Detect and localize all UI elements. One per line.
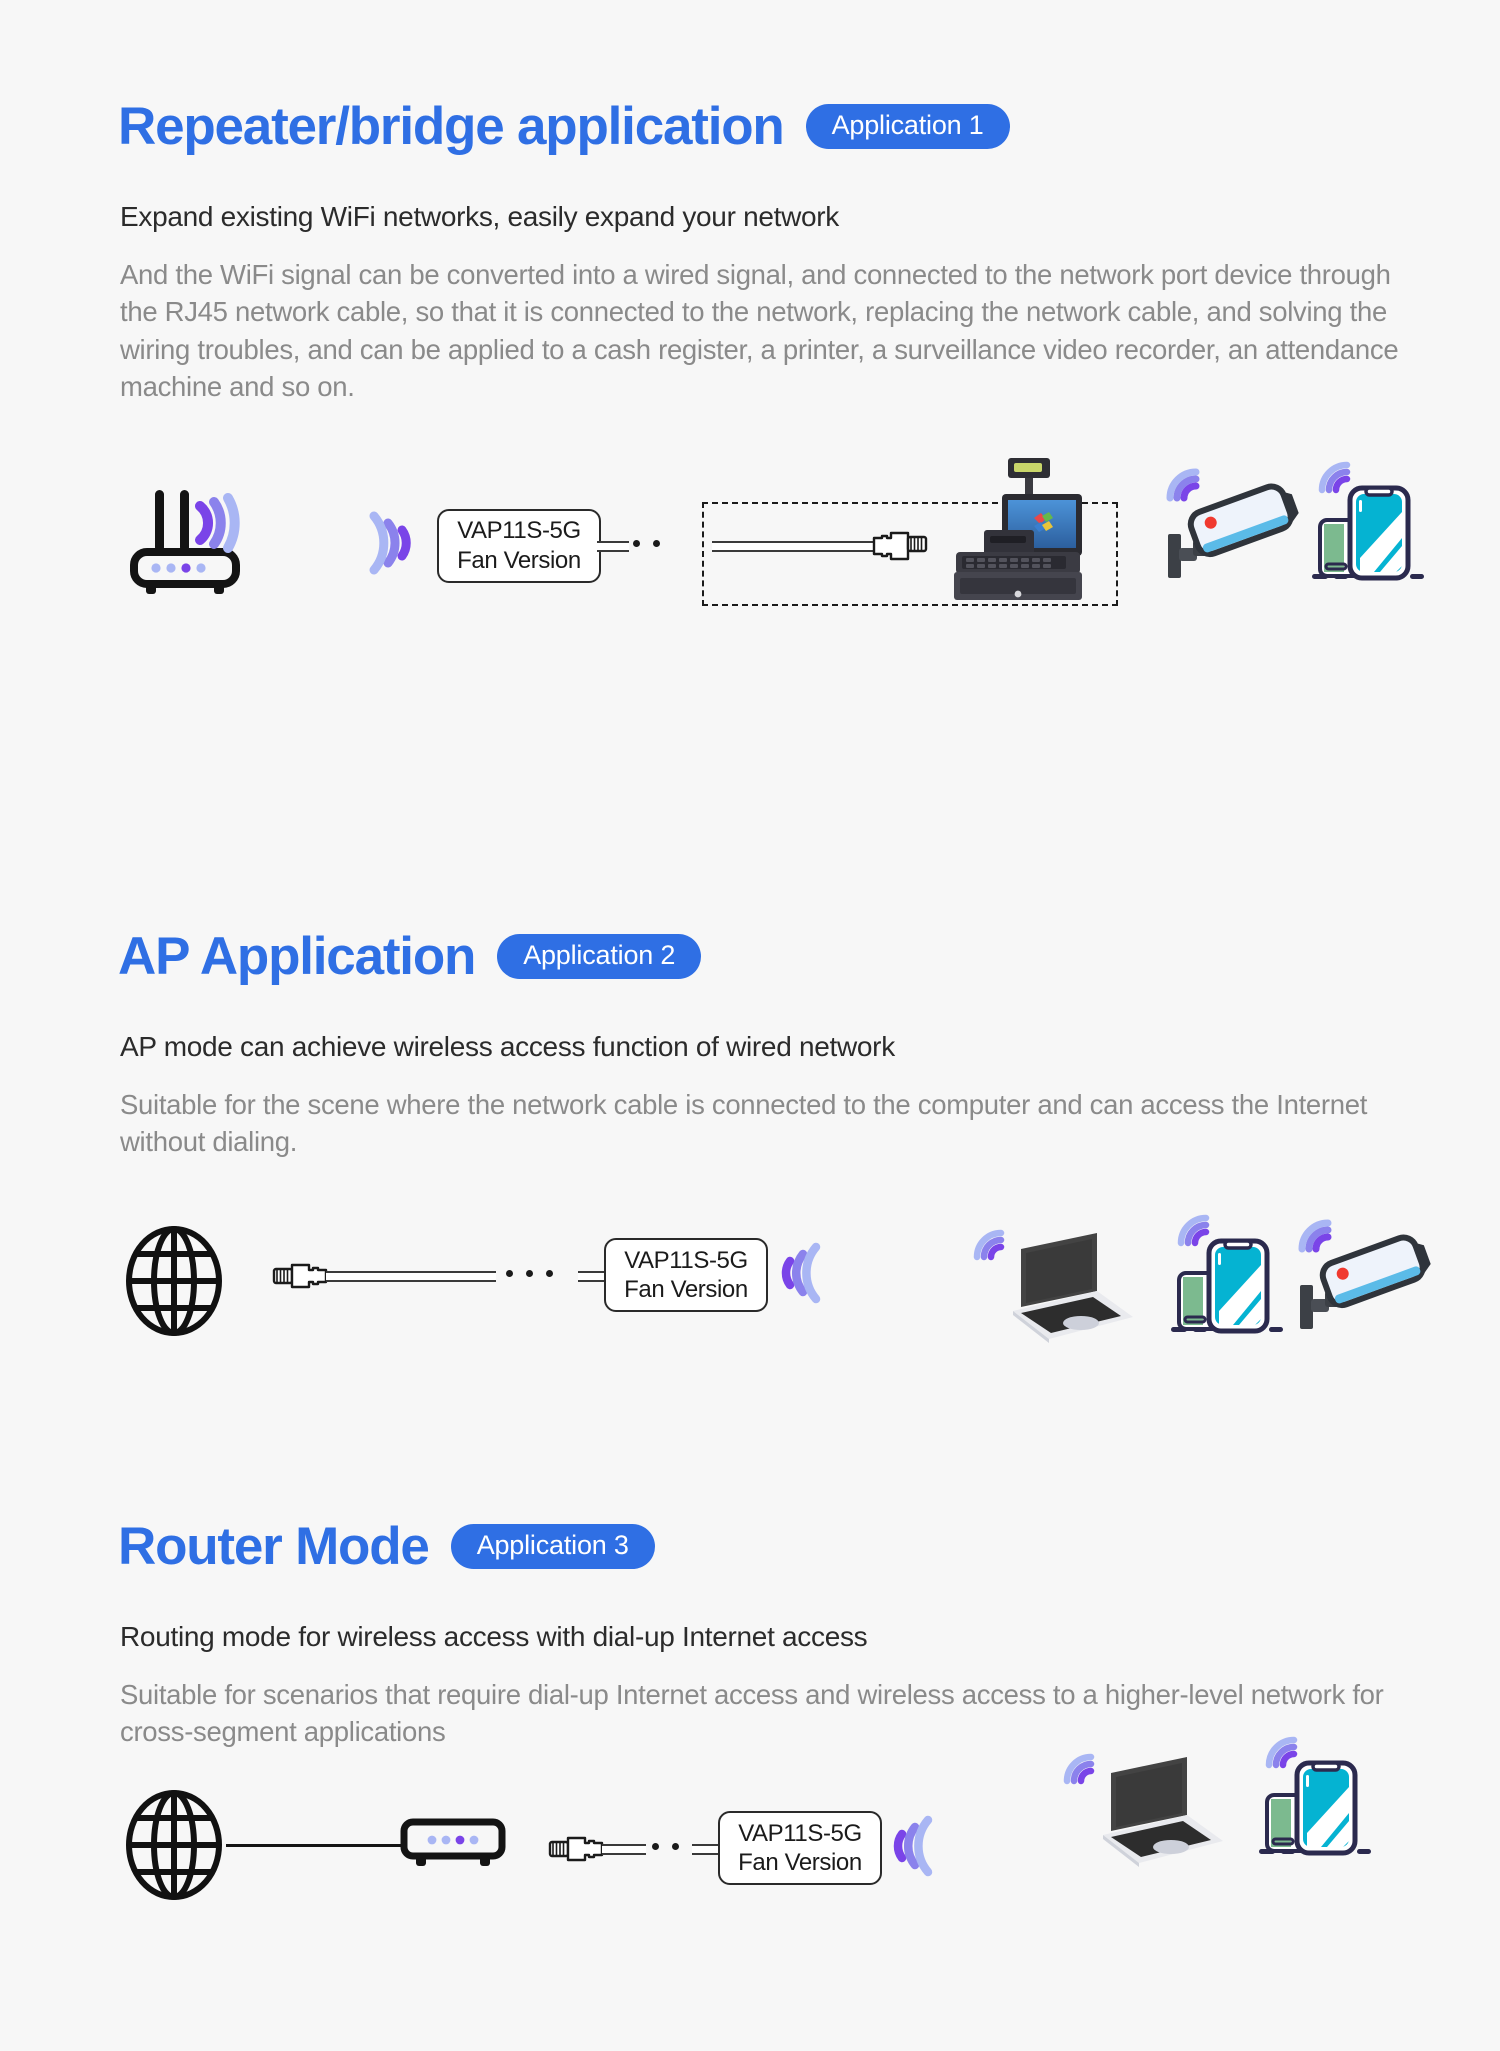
cable-stub: [597, 540, 629, 552]
vap-device-box: VAP11S-5G Fan Version: [604, 1237, 768, 1312]
cable-break-dots: [652, 1842, 679, 1850]
rj45-cable-line: [326, 1270, 496, 1282]
section-heading-repeater: Repeater/bridge application Application …: [0, 100, 1500, 153]
globe-icon: [122, 1789, 226, 1901]
application-scenarios-page: Repeater/bridge application Application …: [0, 0, 1500, 2051]
cable-dot: [633, 539, 640, 547]
lead-text-ap: AP mode can achieve wireless access func…: [120, 1031, 895, 1062]
globe-icon: [122, 1225, 226, 1337]
section-ap-application: AP Application Application 2 AP mode can…: [0, 930, 1500, 1389]
laptop-icon: [1063, 1743, 1225, 1871]
body-text-repeater: And the WiFi signal can be converted int…: [0, 256, 1405, 406]
wifi-signal-icon: [781, 1241, 832, 1304]
cable-dot: [653, 539, 660, 547]
diagram-ap: VAP11S-5G Fan Version: [0, 1209, 1500, 1389]
wifi-router-icon: [128, 480, 246, 600]
body-paragraph: Suitable for the scene where the network…: [120, 1089, 1368, 1158]
cable-dot: [506, 1269, 513, 1277]
body-paragraph: Suitable for scenarios that require dial…: [120, 1679, 1384, 1748]
diagram-router: VAP11S-5G Fan Version: [0, 1736, 1500, 1961]
section-heading-router: Router Mode Application 3: [0, 1520, 1500, 1573]
cable-dot: [652, 1842, 659, 1850]
cable-dot: [546, 1269, 553, 1277]
rj45-cable-icon: [872, 524, 928, 564]
cable-dot: [526, 1269, 533, 1277]
laptop-icon: [973, 1219, 1135, 1347]
vap-device-label-line1: VAP11S-5G: [738, 1819, 862, 1847]
vap-device-label-line2: Fan Version: [457, 546, 581, 574]
vap-device-label-line2: Fan Version: [624, 1275, 748, 1303]
page-title: AP Application: [118, 927, 476, 986]
cable-break-dots: [506, 1269, 553, 1277]
security-camera-icon: [1160, 456, 1300, 586]
status-badge-application-3: Application 3: [450, 1524, 655, 1569]
smartphone-icon: [1253, 1729, 1373, 1861]
modem-icon: [398, 1816, 508, 1876]
rj45-cable-line: [602, 1843, 646, 1855]
security-camera-icon: [1292, 1207, 1432, 1337]
vap-device-label-line1: VAP11S-5G: [457, 517, 581, 545]
section-repeater-bridge: Repeater/bridge application Application …: [0, 100, 1500, 658]
body-paragraph: And the WiFi signal can be converted int…: [120, 259, 1399, 403]
section-router-mode: Router Mode Application 3 Routing mode f…: [0, 1520, 1500, 1961]
rj45-cable-icon: [272, 1256, 328, 1296]
smartphone-icon: [1165, 1207, 1285, 1339]
lead-text-repeater: Expand existing WiFi networks, easily ex…: [120, 201, 840, 232]
lead-text-router: Routing mode for wireless access with di…: [120, 1621, 868, 1652]
rj45-cable-line: [712, 540, 878, 552]
page-title: Router Mode: [118, 1517, 430, 1576]
vap-device-label-line1: VAP11S-5G: [624, 1246, 748, 1274]
vap-device-box: VAP11S-5G Fan Version: [437, 508, 601, 583]
vap-device-label-line2: Fan Version: [738, 1848, 862, 1876]
status-badge-application-2: Application 2: [497, 934, 702, 979]
wired-link-line: [226, 1843, 402, 1847]
page-title: Repeater/bridge application: [118, 97, 785, 156]
body-text-ap: Suitable for the scene where the network…: [0, 1086, 1405, 1161]
status-badge-application-1: Application 1: [805, 104, 1010, 149]
diagram-repeater: VAP11S-5G Fan Version: [0, 456, 1500, 658]
body-text-router: Suitable for scenarios that require dial…: [0, 1676, 1410, 1751]
smartphone-icon: [1306, 454, 1426, 586]
wifi-signal-icon: [893, 1814, 944, 1877]
cash-register-icon: [946, 456, 1096, 604]
cable-break-dots: [633, 539, 660, 547]
rj45-cable-icon: [548, 1829, 604, 1869]
cable-dot: [672, 1842, 679, 1850]
vap-device-box: VAP11S-5G Fan Version: [718, 1810, 882, 1885]
wifi-signal-icon: [358, 510, 411, 576]
section-heading-ap: AP Application Application 2: [0, 930, 1500, 983]
